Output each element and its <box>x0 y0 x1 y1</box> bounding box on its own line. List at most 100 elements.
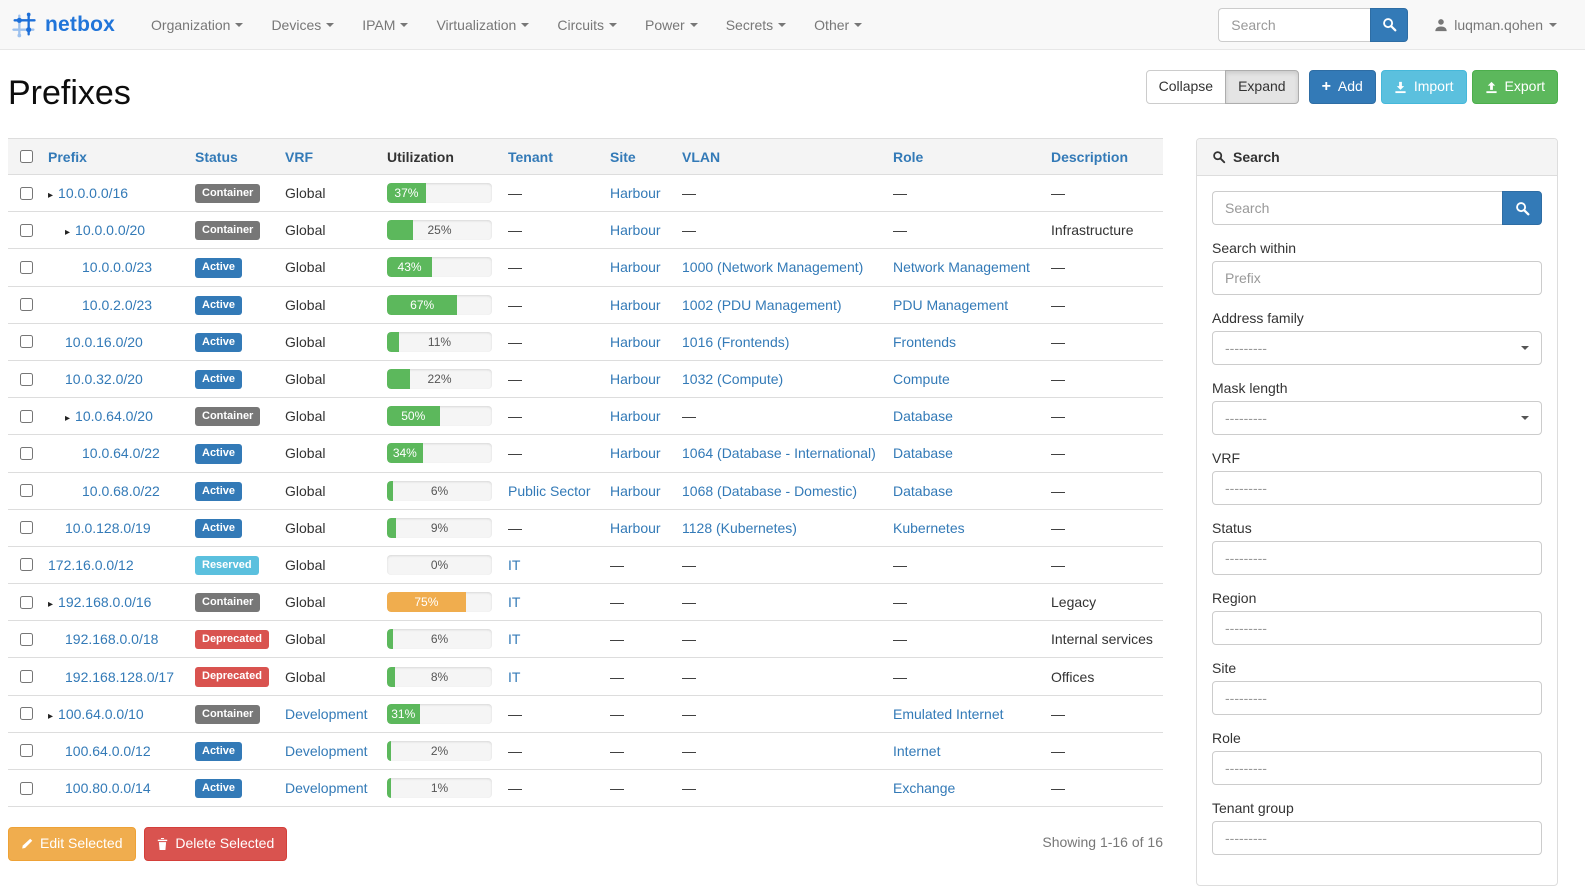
role-link[interactable]: PDU Management <box>893 297 1008 313</box>
filter-search-button[interactable] <box>1502 191 1542 225</box>
nav-item-other[interactable]: Other <box>800 0 876 50</box>
add-button[interactable]: + Add <box>1309 70 1376 104</box>
role-link[interactable]: Exchange <box>893 780 955 796</box>
prefix-link[interactable]: 192.168.0.0/16 <box>58 594 151 610</box>
site-link[interactable]: Harbour <box>610 185 661 201</box>
site-link[interactable]: Harbour <box>610 259 661 275</box>
site-link[interactable]: Harbour <box>610 445 661 461</box>
column-sort-link[interactable]: Site <box>610 149 636 165</box>
prefix-link[interactable]: 10.0.0.0/23 <box>82 259 152 275</box>
vlan-link[interactable]: 1016 (Frontends) <box>682 334 789 350</box>
column-sort-link[interactable]: Status <box>195 149 238 165</box>
nav-item-organization[interactable]: Organization <box>137 0 257 50</box>
expand-button[interactable]: Expand <box>1225 70 1298 104</box>
filter-multiselect-vrf[interactable]: --------- <box>1212 471 1542 505</box>
nav-item-circuits[interactable]: Circuits <box>543 0 631 50</box>
export-button[interactable]: Export <box>1472 70 1558 104</box>
role-link[interactable]: Frontends <box>893 334 956 350</box>
netbox-brand[interactable]: netbox <box>10 11 115 39</box>
site-link[interactable]: Harbour <box>610 483 661 499</box>
prefix-link[interactable]: 172.16.0.0/12 <box>48 557 134 573</box>
collapse-button[interactable]: Collapse <box>1146 70 1226 104</box>
user-menu[interactable]: luqman.qohen <box>1434 17 1557 33</box>
filter-input-search-within[interactable] <box>1212 261 1542 295</box>
vlan-link[interactable]: 1068 (Database - Domestic) <box>682 483 857 499</box>
column-sort-link[interactable]: Role <box>893 149 923 165</box>
role-link[interactable]: Database <box>893 483 953 499</box>
prefix-link[interactable]: 10.0.2.0/23 <box>82 297 152 313</box>
vlan-link[interactable]: 1032 (Compute) <box>682 371 783 387</box>
site-link[interactable]: Harbour <box>610 408 661 424</box>
column-sort-link[interactable]: VRF <box>285 149 313 165</box>
row-checkbox[interactable] <box>20 373 33 386</box>
role-link[interactable]: Kubernetes <box>893 520 965 536</box>
role-link[interactable]: Database <box>893 408 953 424</box>
filter-select-mask-length[interactable]: --------- <box>1212 401 1542 435</box>
site-link[interactable]: Harbour <box>610 371 661 387</box>
prefix-link[interactable]: 10.0.64.0/22 <box>82 445 160 461</box>
row-checkbox[interactable] <box>20 298 33 311</box>
vrf-link[interactable]: Development <box>285 706 368 722</box>
nav-item-power[interactable]: Power <box>631 0 712 50</box>
column-sort-link[interactable]: Description <box>1051 149 1128 165</box>
filter-search-input[interactable] <box>1212 191 1502 225</box>
row-checkbox[interactable] <box>20 558 33 571</box>
filter-multiselect-region[interactable]: --------- <box>1212 611 1542 645</box>
row-checkbox[interactable] <box>20 335 33 348</box>
row-checkbox[interactable] <box>20 521 33 534</box>
filter-select-address-family[interactable]: --------- <box>1212 331 1542 365</box>
import-button[interactable]: Import <box>1381 70 1467 104</box>
prefix-link[interactable]: 100.80.0.0/14 <box>65 780 151 796</box>
role-link[interactable]: Internet <box>893 743 940 759</box>
vlan-link[interactable]: 1128 (Kubernetes) <box>682 520 797 536</box>
tenant-link[interactable]: IT <box>508 557 520 573</box>
filter-multiselect-status[interactable]: --------- <box>1212 541 1542 575</box>
navbar-search-input[interactable] <box>1218 8 1370 42</box>
row-checkbox[interactable] <box>20 447 33 460</box>
prefix-link[interactable]: 10.0.0.0/20 <box>75 222 145 238</box>
vlan-link[interactable]: 1064 (Database - International) <box>682 445 876 461</box>
prefix-link[interactable]: 192.168.0.0/18 <box>65 631 158 647</box>
nav-item-devices[interactable]: Devices <box>257 0 348 50</box>
prefix-link[interactable]: 100.64.0.0/10 <box>58 706 144 722</box>
row-checkbox[interactable] <box>20 410 33 423</box>
site-link[interactable]: Harbour <box>610 334 661 350</box>
delete-selected-button[interactable]: Delete Selected <box>144 827 287 861</box>
site-link[interactable]: Harbour <box>610 297 661 313</box>
site-link[interactable]: Harbour <box>610 222 661 238</box>
row-checkbox[interactable] <box>20 484 33 497</box>
row-checkbox[interactable] <box>20 261 33 274</box>
filter-multiselect-role[interactable]: --------- <box>1212 751 1542 785</box>
prefix-link[interactable]: 10.0.68.0/22 <box>82 483 160 499</box>
vlan-link[interactable]: 1000 (Network Management) <box>682 259 863 275</box>
prefix-link[interactable]: 10.0.0.0/16 <box>58 185 128 201</box>
role-link[interactable]: Emulated Internet <box>893 706 1004 722</box>
role-link[interactable]: Network Management <box>893 259 1030 275</box>
prefix-link[interactable]: 100.64.0.0/12 <box>65 743 151 759</box>
select-all-checkbox[interactable] <box>20 150 33 163</box>
prefix-link[interactable]: 10.0.32.0/20 <box>65 371 143 387</box>
navbar-search-button[interactable] <box>1370 8 1408 42</box>
row-checkbox[interactable] <box>20 782 33 795</box>
row-checkbox[interactable] <box>20 224 33 237</box>
row-checkbox[interactable] <box>20 187 33 200</box>
tenant-link[interactable]: IT <box>508 631 520 647</box>
tenant-link[interactable]: Public Sector <box>508 483 590 499</box>
role-link[interactable]: Compute <box>893 371 950 387</box>
vrf-link[interactable]: Development <box>285 743 368 759</box>
prefix-link[interactable]: 192.168.128.0/17 <box>65 669 174 685</box>
row-checkbox[interactable] <box>20 633 33 646</box>
vlan-link[interactable]: 1002 (PDU Management) <box>682 297 842 313</box>
edit-selected-button[interactable]: Edit Selected <box>8 827 136 861</box>
filter-multiselect-site[interactable]: --------- <box>1212 681 1542 715</box>
tenant-link[interactable]: IT <box>508 669 520 685</box>
row-checkbox[interactable] <box>20 744 33 757</box>
vrf-link[interactable]: Development <box>285 780 368 796</box>
tenant-link[interactable]: IT <box>508 594 520 610</box>
column-sort-link[interactable]: VLAN <box>682 149 720 165</box>
column-sort-link[interactable]: Tenant <box>508 149 553 165</box>
site-link[interactable]: Harbour <box>610 520 661 536</box>
nav-item-secrets[interactable]: Secrets <box>712 0 800 50</box>
row-checkbox[interactable] <box>20 670 33 683</box>
column-sort-link[interactable]: Prefix <box>48 149 87 165</box>
